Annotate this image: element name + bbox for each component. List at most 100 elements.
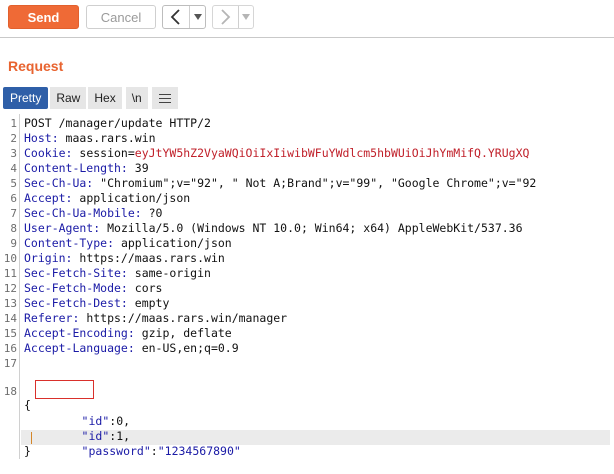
header-value: Mozilla/5.0 (Windows NT 10.0; Win64; x64… — [100, 221, 523, 235]
code-text: Accept: application/json — [24, 191, 190, 206]
code-line: 11 Sec-Fetch-Site: same-origin — [0, 266, 614, 281]
code-line: 5 Sec-Ch-Ua: "Chromium";v="92", " Not A;B… — [0, 176, 614, 191]
header-value: gzip, deflate — [134, 326, 232, 340]
json-entry: "password":"1234567890" — [0, 415, 614, 458]
code-text: Accept-Language: en-US,en;q=0.9 — [24, 341, 239, 356]
tab-raw[interactable]: Raw — [50, 87, 87, 109]
header-value: application/json — [114, 236, 232, 250]
code-line: 15 Accept-Encoding: gzip, deflate — [0, 326, 614, 341]
header-value: https://maas.rars.win/manager — [79, 311, 288, 325]
header-name: Sec-Ch-Ua: — [24, 176, 94, 190]
tab-hex[interactable]: Hex — [88, 87, 122, 109]
chevron-down-icon[interactable] — [237, 6, 253, 28]
code-line: 16 Accept-Language: en-US,en;q=0.9 — [0, 341, 614, 356]
highlight-annotation-box — [35, 380, 94, 399]
code-text: Cookie: session=eyJtYW5hZ2VyaWQiOiIxIiwi… — [24, 146, 529, 161]
header-name: Cookie: — [24, 146, 73, 160]
back-arrow-icon[interactable] — [163, 6, 189, 28]
code-line: 14 Referer: https://maas.rars.win/manager — [0, 311, 614, 326]
code-text: Origin: https://maas.rars.win — [24, 251, 225, 266]
header-name: User-Agent: — [24, 221, 101, 235]
json-value: "1234567890" — [157, 444, 241, 458]
code-line: 8 User-Agent: Mozilla/5.0 (Windows NT 10.… — [0, 221, 614, 236]
header-value: "Chromium";v="92", " Not A;Brand";v="99"… — [93, 176, 537, 190]
line-number: 1 — [10, 117, 17, 130]
back-navigation-group — [162, 5, 206, 29]
newline-toggle-button[interactable]: \n — [125, 87, 148, 109]
header-value: cors — [127, 281, 163, 295]
header-value: empty — [127, 296, 170, 310]
line-number: 11 — [3, 267, 17, 280]
request-editor[interactable]: 1 POST /manager/update HTTP/2 2 Host: maas.… — [0, 114, 614, 459]
line-number: 17 — [3, 357, 17, 370]
code-line: } — [0, 430, 614, 458]
code-text: Content-Length: 39 — [24, 161, 149, 176]
cancel-button[interactable]: Cancel — [86, 5, 156, 29]
header-value: same-origin — [127, 266, 211, 280]
header-name: Accept-Language: — [24, 341, 135, 355]
code-line: 1 POST /manager/update HTTP/2 — [0, 116, 614, 131]
code-text: Sec-Fetch-Site: same-origin — [24, 266, 211, 281]
code-line: 3 Cookie: session=eyJtYW5hZ2VyaWQiOiIxIiw… — [0, 146, 614, 161]
line-number: 13 — [3, 297, 17, 310]
json-key: "password" — [81, 444, 151, 458]
code-text: User-Agent: Mozilla/5.0 (Windows NT 10.0… — [24, 221, 523, 236]
header-value: 39 — [127, 161, 149, 175]
code-line: 9 Content-Type: application/json — [0, 236, 614, 251]
line-number: 2 — [10, 132, 17, 145]
line-number: 6 — [10, 192, 17, 205]
header-name: Content-Length: — [24, 161, 128, 175]
code-text: Sec-Fetch-Dest: empty — [24, 296, 169, 311]
header-name: Referer: — [24, 311, 80, 325]
tab-pretty[interactable]: Pretty — [3, 87, 49, 109]
line-number: 14 — [3, 312, 17, 325]
request-panel-title: Request — [8, 58, 64, 74]
request-line: POST /manager/update HTTP/2 — [24, 116, 211, 130]
line-number: 12 — [3, 282, 17, 295]
code-text: Sec-Ch-Ua-Mobile: ?0 — [24, 206, 162, 221]
code-line: 12 Sec-Fetch-Mode: cors — [0, 281, 614, 296]
code-text: Referer: https://maas.rars.win/manager — [24, 311, 287, 326]
line-number: 8 — [10, 222, 17, 235]
code-line: 4 Content-Length: 39 — [0, 161, 614, 176]
header-value: en-US,en;q=0.9 — [134, 341, 239, 355]
line-number: 16 — [3, 342, 17, 355]
json-close-brace: } — [24, 444, 31, 458]
json-entry: "id":1, — [0, 400, 614, 443]
hamburger-menu-icon — [158, 93, 171, 103]
code-text: POST /manager/update HTTP/2 — [24, 116, 211, 131]
code-text: Sec-Ch-Ua: "Chromium";v="92", " Not A;Br… — [24, 176, 536, 191]
line-number: 7 — [10, 207, 17, 220]
header-value: session= — [72, 146, 135, 160]
header-value: ?0 — [141, 206, 163, 220]
view-tabs: Pretty Raw Hex \n — [3, 87, 180, 109]
request-toolbar: Send Cancel — [0, 0, 614, 38]
forward-navigation-group — [212, 5, 254, 29]
menu-button[interactable] — [151, 87, 178, 109]
code-line: 7 Sec-Ch-Ua-Mobile: ?0 — [0, 206, 614, 221]
line-number: 5 — [10, 177, 17, 190]
text-caret — [31, 432, 32, 444]
header-name: Host: — [24, 131, 59, 145]
code-line: 17 — [0, 356, 614, 371]
header-name: Origin: — [24, 251, 73, 265]
send-button[interactable]: Send — [8, 5, 79, 29]
line-number: 3 — [10, 147, 17, 160]
code-text: Host: maas.rars.win — [24, 131, 156, 146]
code-line: 6 Accept: application/json — [0, 191, 614, 206]
header-value: maas.rars.win — [58, 131, 156, 145]
header-value: application/json — [72, 191, 191, 205]
header-name: Accept-Encoding: — [24, 326, 135, 340]
header-name: Sec-Ch-Ua-Mobile: — [24, 206, 142, 220]
header-name: Accept: — [24, 191, 73, 205]
header-name: Sec-Fetch-Mode: — [24, 281, 128, 295]
json-separator: : — [150, 444, 158, 458]
header-name: Sec-Fetch-Dest: — [24, 296, 128, 310]
forward-arrow-icon[interactable] — [213, 6, 238, 28]
header-name: Content-Type: — [24, 236, 115, 250]
code-line: 2 Host: maas.rars.win — [0, 131, 614, 146]
line-number: 10 — [3, 252, 17, 265]
chevron-down-icon[interactable] — [189, 6, 205, 28]
code-text: Content-Type: application/json — [24, 236, 232, 251]
header-value: https://maas.rars.win — [72, 251, 225, 265]
